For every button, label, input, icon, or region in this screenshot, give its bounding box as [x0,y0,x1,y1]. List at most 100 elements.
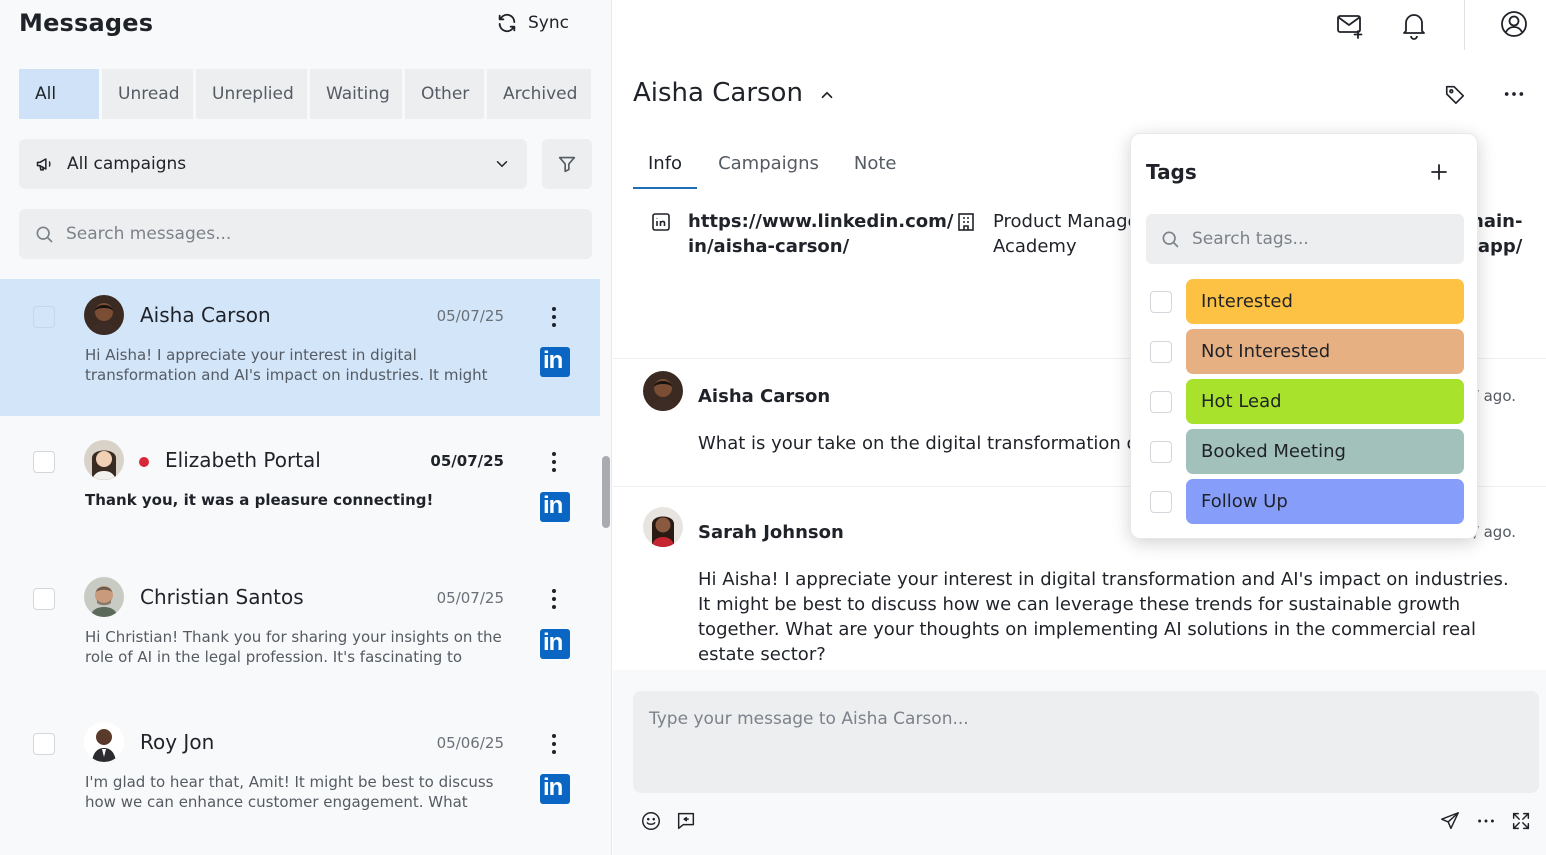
quick-reply-icon[interactable] [675,810,697,832]
refresh-icon [496,12,518,34]
tag-pill-hot-lead[interactable]: Hot Lead [1186,379,1464,424]
conversation-row[interactable]: Elizabeth Portal 05/07/25 Thank you, it … [0,416,600,561]
plus-icon[interactable] [1429,162,1449,182]
row-checkbox[interactable] [33,588,55,610]
tab-campaigns[interactable]: Campaigns [697,143,834,189]
message-input[interactable] [633,691,1539,793]
conversation-row[interactable]: Aisha Carson 05/07/25 Hi Aisha! I apprec… [0,279,600,416]
linkedin-icon: in [540,774,570,804]
send-icon[interactable] [1439,810,1461,832]
conversation-date: 05/07/25 [430,452,504,470]
message-preview: Thank you, it was a pleasure connecting! [85,491,434,509]
tag-option[interactable]: Hot Lead [1131,379,1479,425]
row-checkbox[interactable] [33,733,55,755]
more-options-icon[interactable] [1475,810,1497,832]
more-horizontal-icon[interactable] [1503,83,1525,105]
conversation-list: Aisha Carson 05/07/25 Hi Aisha! I apprec… [0,279,600,851]
row-checkbox[interactable] [33,306,55,328]
search-bar [19,209,592,259]
message-time: / ago. [1473,387,1516,405]
tag-checkbox[interactable] [1150,341,1172,363]
sender-name: Sarah Johnson [698,522,844,543]
tag-pill-interested[interactable]: Interested [1186,279,1464,324]
tag-search-bar [1146,214,1464,264]
scrollbar[interactable] [602,456,610,528]
tag-icon[interactable] [1444,83,1466,105]
contact-tabs: Info Campaigns Note [633,143,912,189]
tab-unread[interactable]: Unread [102,69,193,119]
tag-option[interactable]: Booked Meeting [1131,429,1479,475]
expand-icon[interactable] [1510,810,1532,832]
chevron-up-icon[interactable] [818,86,836,104]
composer [613,670,1546,855]
filter-tabs: All Unread Unreplied Waiting Other Archi… [19,69,591,119]
message-body: Hi Aisha! I appreciate your interest in … [698,569,1509,665]
messages-panel: Messages Sync All Unread Unreplied Waiti… [0,0,612,855]
search-icon [1160,229,1180,249]
sync-button[interactable]: Sync [496,12,569,34]
tag-pill-follow-up[interactable]: Follow Up [1186,479,1464,524]
avatar [84,722,124,762]
tag-pill-not-interested[interactable]: Not Interested [1186,329,1464,374]
tag-checkbox[interactable] [1150,491,1172,513]
tag-option[interactable]: Follow Up [1131,479,1479,525]
conversation-row[interactable]: Christian Santos 05/07/25 Hi Christian! … [0,561,600,706]
linkedin-icon: in [540,629,570,659]
linkedin-icon: in [540,492,570,522]
contact-name: Christian Santos [140,585,304,609]
filter-icon [556,153,578,175]
megaphone-icon [35,154,55,174]
search-icon [34,224,54,244]
more-vertical-icon[interactable] [544,587,564,611]
conversation-date: 05/07/25 [436,307,504,325]
message-time: / ago. [1473,523,1516,541]
tags-popover: Tags Interested Not Interested Hot Lead … [1130,133,1478,539]
tag-checkbox[interactable] [1150,391,1172,413]
website-url[interactable]: nain- .app/ [1471,209,1522,259]
tab-waiting[interactable]: Waiting [310,69,402,119]
website-line2: .app/ [1471,236,1523,257]
chevron-down-icon [493,155,511,173]
tab-info[interactable]: Info [633,143,698,189]
linkedin-url[interactable]: https://www.linkedin.com/ in/aisha-carso… [688,209,953,259]
tag-checkbox[interactable] [1150,291,1172,313]
tag-option[interactable]: Interested [1131,279,1479,325]
message-preview: Hi Aisha! I appreciate your interest in … [85,346,488,384]
tab-other[interactable]: Other [405,69,484,119]
conversation-date: 05/07/25 [436,589,504,607]
building-icon [956,212,976,232]
sync-label: Sync [528,13,569,33]
filter-button[interactable] [542,139,592,189]
tag-option[interactable]: Not Interested [1131,329,1479,375]
campaign-select[interactable]: All campaigns [19,139,527,189]
contact-name: Aisha Carson [140,303,271,327]
tab-unreplied[interactable]: Unreplied [196,69,307,119]
tab-archived[interactable]: Archived [487,69,591,119]
more-vertical-icon[interactable] [544,732,564,756]
conversation-date: 05/06/25 [436,734,504,752]
bell-icon[interactable] [1400,10,1428,40]
more-vertical-icon[interactable] [544,450,564,474]
row-checkbox[interactable] [33,451,55,473]
emoji-icon[interactable] [640,810,662,832]
company-name: Product Manage Academy [993,209,1139,259]
tag-search-input[interactable] [1192,229,1442,249]
tab-all[interactable]: All [19,69,99,119]
contact-name: Roy Jon [140,730,215,754]
search-input[interactable] [66,224,546,244]
company-line2: Academy [993,236,1077,257]
linkedin-square-icon [651,212,671,232]
conversation-row[interactable]: Roy Jon 05/06/25 I'm glad to hear that, … [0,706,600,851]
toolbar-divider [1464,0,1465,50]
more-vertical-icon[interactable] [544,305,564,329]
user-profile-icon[interactable] [1500,10,1528,38]
avatar [84,295,124,335]
avatar [84,577,124,617]
compose-mail-icon[interactable] [1335,10,1365,40]
tab-note[interactable]: Note [834,143,912,189]
tag-pill-booked-meeting[interactable]: Booked Meeting [1186,429,1464,474]
avatar [643,371,683,411]
linkedin-url-line2: in/aisha-carson/ [688,236,850,257]
tag-checkbox[interactable] [1150,441,1172,463]
campaign-select-value: All campaigns [67,154,187,174]
